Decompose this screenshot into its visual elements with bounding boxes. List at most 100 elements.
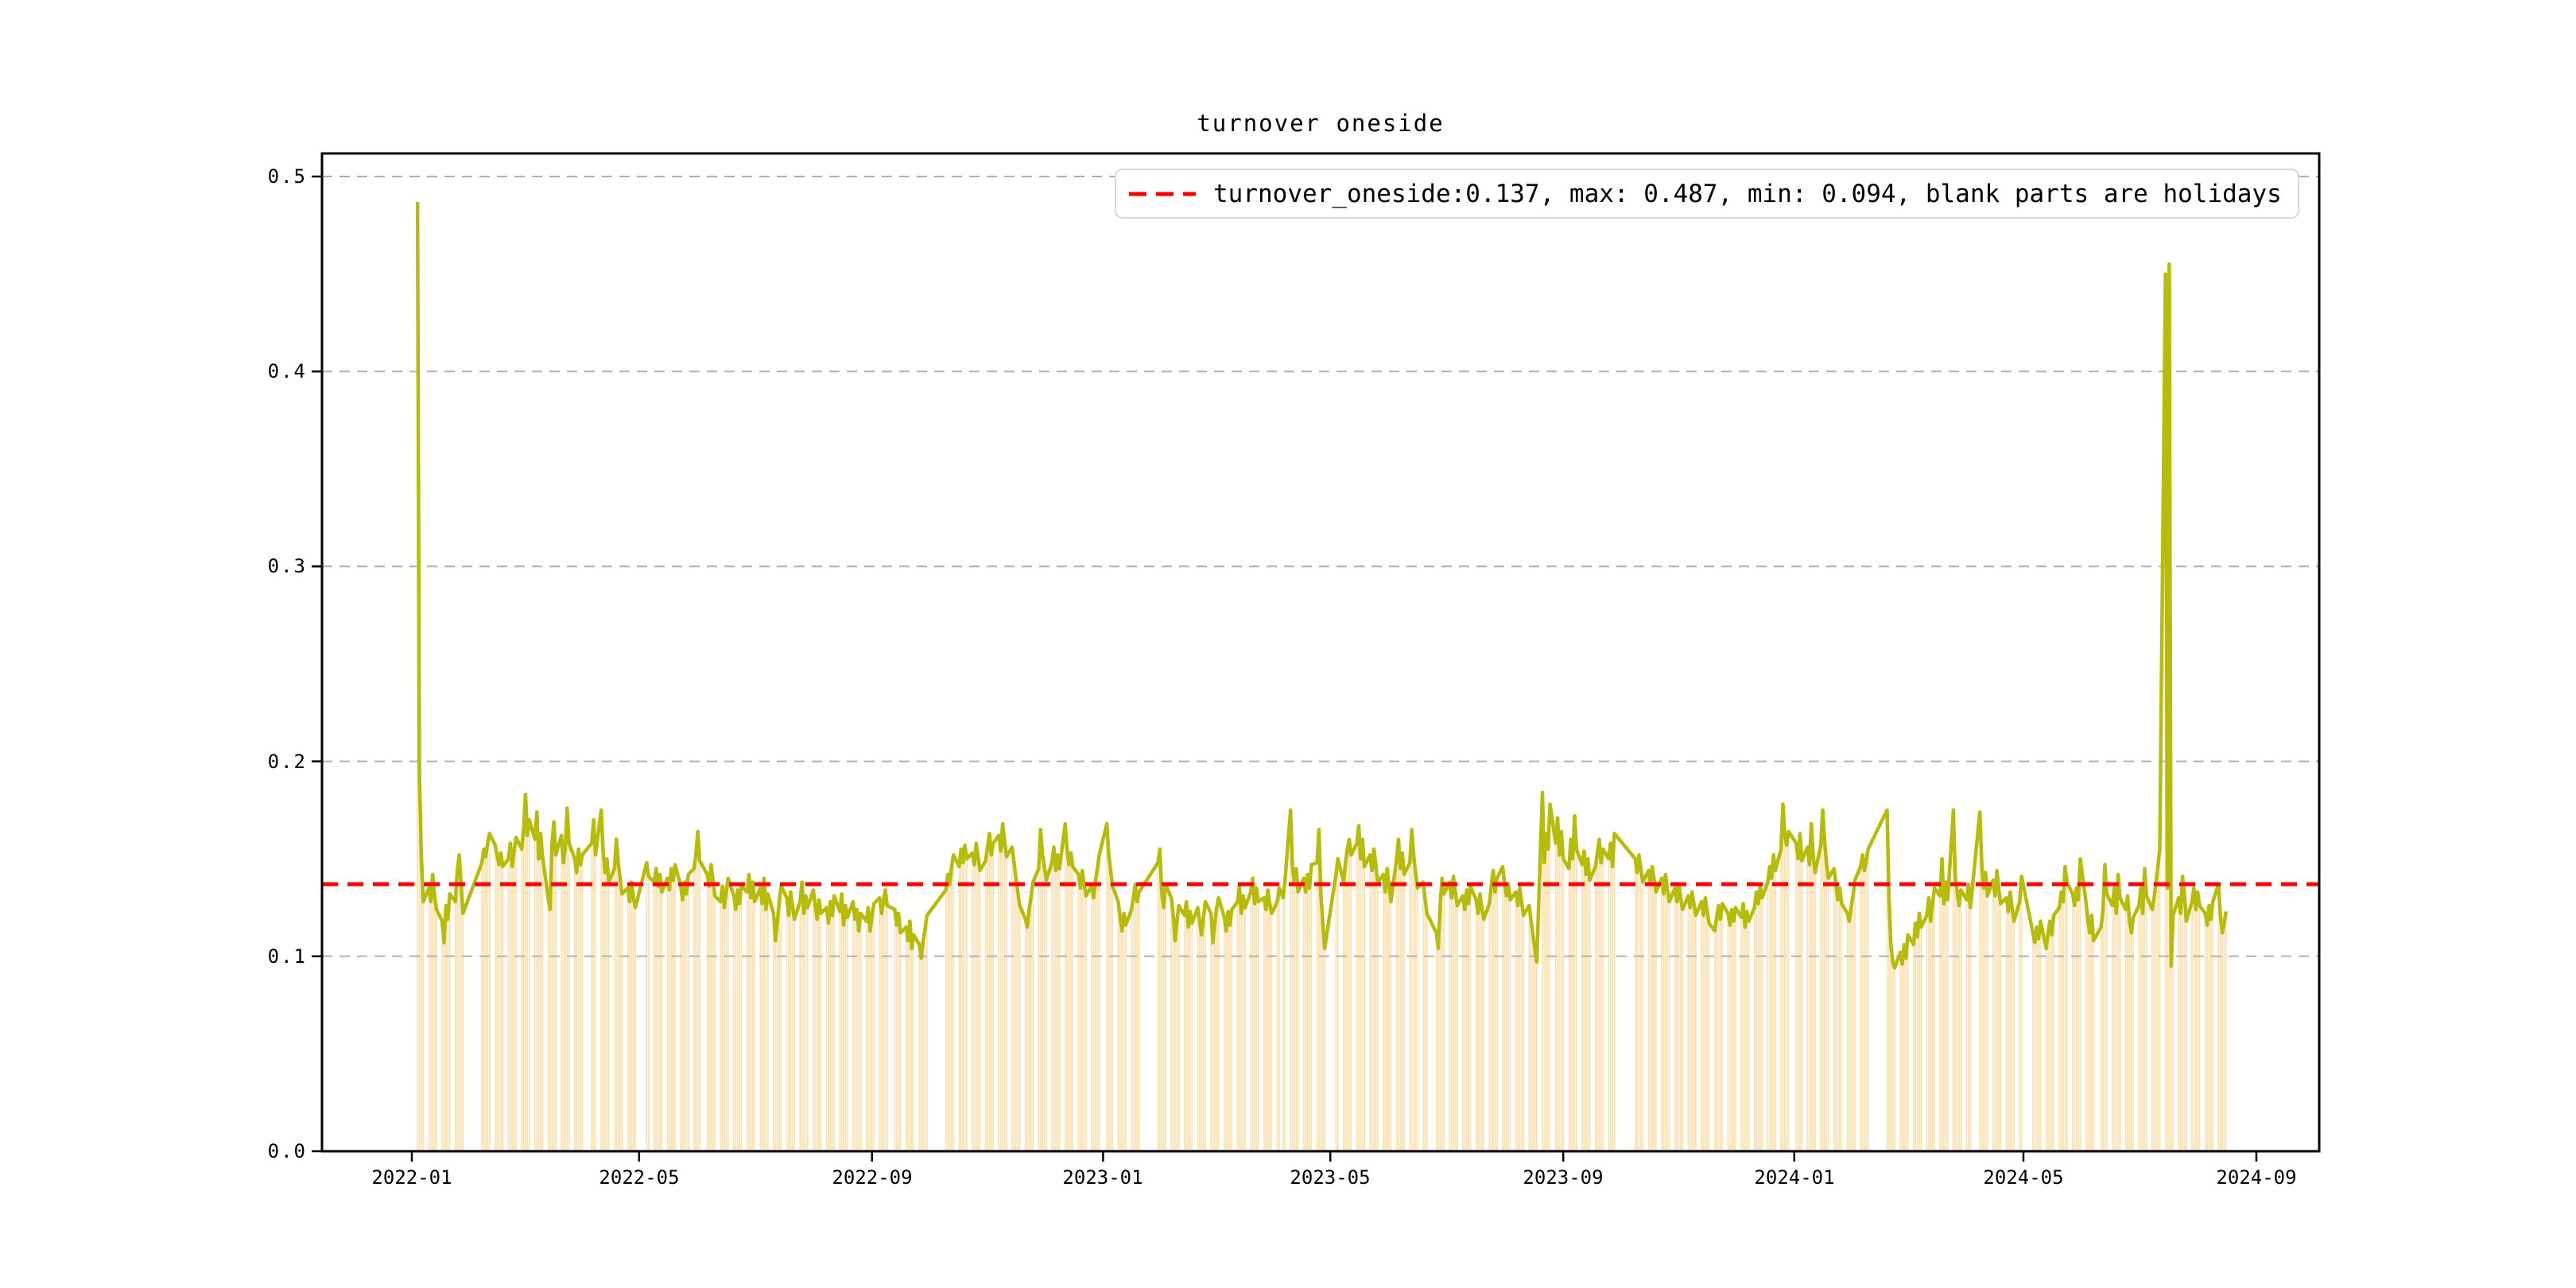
bar [1176, 921, 1177, 1151]
bar [1788, 832, 1790, 1151]
bar [2184, 894, 2186, 1151]
bar [600, 810, 602, 1151]
bar [441, 921, 443, 1151]
bar [1026, 927, 1028, 1151]
bar [1070, 853, 1072, 1151]
bar [1178, 906, 1180, 1151]
bar [481, 863, 483, 1151]
bar [1614, 833, 1616, 1151]
bar [1865, 861, 1867, 1151]
bar [1224, 918, 1225, 1151]
bar [2167, 888, 2168, 1151]
bar [1106, 824, 1108, 1151]
bar [1682, 910, 1683, 1151]
bar [2117, 875, 2119, 1151]
bar [500, 853, 502, 1151]
bar [604, 872, 606, 1151]
bar [1455, 892, 1457, 1151]
bar [805, 896, 807, 1151]
bar [1945, 883, 1946, 1151]
bar [1735, 908, 1736, 1152]
bar [1915, 923, 1916, 1151]
bar [852, 902, 854, 1151]
bar [1470, 886, 1472, 1151]
bar [1391, 902, 1392, 1151]
bar [1369, 855, 1371, 1151]
bar [1229, 925, 1231, 1151]
bar [2046, 949, 2047, 1151]
bar [540, 833, 541, 1151]
bar [2113, 888, 2115, 1151]
bar [1170, 898, 1172, 1151]
bar [1309, 888, 1310, 1151]
bar [1636, 872, 1638, 1151]
bar [1828, 879, 1829, 1151]
bar [2153, 898, 2155, 1151]
bar [1655, 892, 1657, 1151]
bar [1244, 908, 1246, 1152]
bar [2151, 910, 2153, 1151]
bar [1384, 892, 1386, 1151]
bar-series [417, 202, 2227, 1151]
bar [1665, 875, 1666, 1151]
bar [1837, 900, 1839, 1151]
bar [1773, 855, 1775, 1151]
bar [778, 902, 780, 1151]
bar [1383, 875, 1384, 1151]
bar [2220, 915, 2221, 1151]
bar [1409, 863, 1410, 1151]
bar [1926, 915, 1928, 1151]
bar [1303, 879, 1305, 1151]
bar [1413, 855, 1414, 1151]
bar [1550, 805, 1551, 1151]
bar [1899, 952, 1901, 1151]
y-tick-label: 0.1 [191, 945, 307, 968]
bar [1517, 906, 1519, 1151]
bar [1918, 914, 1920, 1151]
bar [951, 867, 952, 1151]
bar [523, 829, 525, 1151]
bar [1046, 880, 1047, 1151]
bar [786, 898, 788, 1151]
bar [906, 927, 907, 1151]
bar [763, 879, 765, 1151]
bar [1759, 886, 1761, 1151]
bar [2051, 935, 2053, 1151]
bar [1795, 844, 1797, 1151]
bar [2146, 896, 2147, 1151]
x-tick-label: 2022-01 [324, 1166, 499, 1189]
bar [1559, 855, 1561, 1151]
bar [1080, 888, 1081, 1151]
bar [673, 880, 674, 1151]
bar [1201, 935, 1202, 1151]
bar [697, 832, 699, 1151]
bar [722, 886, 724, 1151]
bar [1051, 863, 1053, 1151]
bar [1163, 908, 1165, 1152]
bar [833, 896, 835, 1151]
bar [564, 849, 566, 1151]
bar [1920, 927, 1922, 1151]
bar [1572, 859, 1573, 1151]
bar [1543, 863, 1545, 1151]
bar [485, 857, 487, 1151]
bar [1437, 949, 1439, 1151]
bar [1449, 883, 1450, 1151]
bar [1084, 884, 1085, 1151]
bar [1892, 962, 1894, 1151]
bar [793, 919, 795, 1151]
bar [1568, 868, 1569, 1151]
bar [1278, 888, 1280, 1151]
bar [1240, 914, 1242, 1151]
bar [1705, 898, 1706, 1151]
bar [964, 845, 966, 1151]
bar [2061, 892, 2062, 1151]
bar [1733, 921, 1735, 1151]
bar [2102, 910, 2104, 1151]
bar [1360, 859, 1361, 1151]
bar [2171, 966, 2172, 1151]
bar [1981, 865, 1983, 1151]
bar [1651, 867, 1653, 1151]
bar [2036, 927, 2038, 1151]
bar [896, 925, 898, 1151]
